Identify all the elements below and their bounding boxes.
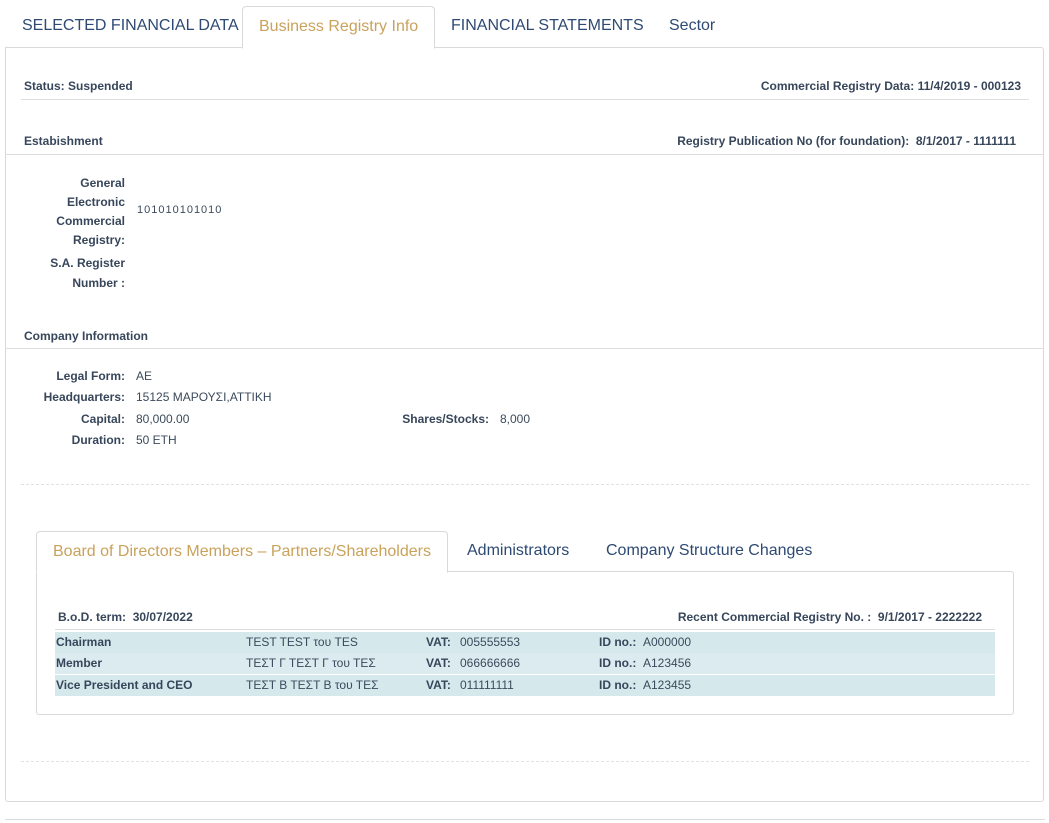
sa-register-label: S.A. Register Number : bbox=[20, 253, 125, 293]
establishment-title: Estabishment bbox=[24, 134, 103, 148]
tab-sector[interactable]: Sector bbox=[669, 6, 715, 47]
tab-company-structure-changes[interactable]: Company Structure Changes bbox=[606, 531, 812, 571]
id-label: ID no.: bbox=[599, 635, 637, 649]
duration-label: Duration: bbox=[71, 433, 125, 447]
commercial-registry-value: 11/4/2019 - 000123 bbox=[917, 79, 1021, 93]
main-tab-bar: SELECTED FINANCIAL DATA Business Registr… bbox=[5, 6, 1045, 49]
legal-form-value: AE bbox=[136, 369, 153, 383]
member-name: ΤΕΣΤ Β ΤΕΣΤ Β του ΤΕΣ bbox=[246, 678, 379, 692]
gemi-label-line: Electronic bbox=[66, 195, 125, 209]
member-vat: 011111111 bbox=[460, 678, 514, 692]
divider bbox=[6, 348, 1044, 349]
headquarters-value: 15125 ΜΑΡΟΥΣΙ,ΑΤΤΙΚΗ bbox=[136, 390, 272, 404]
table-row: Chairman TEST TEST του TES VAT: 00555555… bbox=[55, 632, 995, 653]
shares-value: 8,000 bbox=[500, 412, 531, 426]
id-label: ID no.: bbox=[599, 678, 637, 692]
tab-business-registry-info[interactable]: Business Registry Info bbox=[242, 6, 436, 49]
status-field: Status: Suspended bbox=[24, 79, 133, 93]
tab-financial-statements[interactable]: FINANCIAL STATEMENTS bbox=[451, 6, 644, 47]
tab-selected-financial-data[interactable]: SELECTED FINANCIAL DATA bbox=[22, 6, 239, 47]
divider bbox=[6, 154, 1044, 155]
table-row: Vice President and CEO ΤΕΣΤ Β ΤΕΣΤ Β του… bbox=[55, 675, 995, 696]
recent-registry-no: Recent Commercial Registry No. : 9/1/201… bbox=[678, 610, 982, 624]
commercial-registry-label: Commercial Registry Data: bbox=[760, 79, 915, 93]
gemi-label-line: Commercial bbox=[56, 214, 125, 228]
gemi-label-line: Registry: bbox=[72, 233, 125, 247]
member-id: A123455 bbox=[643, 678, 692, 692]
recent-registry-label: Recent Commercial Registry No. : bbox=[677, 610, 872, 624]
company-info-title: Company Information bbox=[24, 329, 149, 343]
member-vat: 066666666 bbox=[460, 656, 521, 670]
registry-publication: Registry Publication No (for foundation)… bbox=[677, 134, 1016, 148]
member-role: Chairman bbox=[56, 635, 112, 649]
vat-label: VAT: bbox=[426, 656, 451, 670]
tab-administrators[interactable]: Administrators bbox=[467, 531, 569, 571]
bod-term-value: 30/07/2022 bbox=[132, 610, 193, 624]
member-role: Vice President and CEO bbox=[56, 678, 193, 692]
section-separator bbox=[21, 761, 1029, 762]
vat-label: VAT: bbox=[426, 635, 451, 649]
tab-board-of-directors[interactable]: Board of Directors Members – Partners/Sh… bbox=[36, 531, 448, 573]
page-bottom-divider bbox=[5, 819, 1045, 820]
member-id: A000000 bbox=[643, 635, 692, 649]
gemi-value: 101010101010 bbox=[137, 204, 223, 216]
recent-registry-value: 9/1/2017 - 2222222 bbox=[877, 610, 982, 624]
duration-value: 50 ΕΤΗ bbox=[136, 433, 177, 447]
id-label: ID no.: bbox=[599, 656, 637, 670]
sa-register-label-line: S.A. Register bbox=[50, 256, 125, 270]
registry-publication-value: 8/1/2017 - 1111111 bbox=[915, 134, 1016, 148]
table-row: Member ΤΕΣΤ Γ ΤΕΣΤ Γ του ΤΕΣ VAT: 066666… bbox=[55, 653, 995, 674]
sa-register-label-line: Number : bbox=[72, 276, 125, 290]
shares-label: Shares/Stocks: bbox=[402, 412, 489, 426]
legal-form-label: Legal Form: bbox=[56, 369, 125, 383]
gemi-label: General Electronic Commercial Registry: bbox=[20, 174, 125, 250]
divider bbox=[21, 99, 1029, 100]
registry-publication-label: Registry Publication No (for foundation)… bbox=[677, 134, 910, 148]
bod-term: B.o.D. term: 30/07/2022 bbox=[58, 610, 193, 624]
status-value: Suspended bbox=[68, 79, 133, 93]
vat-label: VAT: bbox=[426, 678, 451, 692]
member-name: TEST TEST του TES bbox=[246, 635, 358, 649]
member-role: Member bbox=[56, 656, 103, 670]
divider bbox=[55, 629, 995, 630]
gemi-label-line: General bbox=[80, 176, 125, 190]
member-id: A123456 bbox=[643, 656, 692, 670]
member-name: ΤΕΣΤ Γ ΤΕΣΤ Γ του ΤΕΣ bbox=[246, 656, 376, 670]
headquarters-label: Headquarters: bbox=[43, 390, 125, 404]
capital-value: 80,000.00 bbox=[136, 412, 190, 426]
status-label: Status: bbox=[24, 79, 65, 93]
commercial-registry-data: Commercial Registry Data: 11/4/2019 - 00… bbox=[761, 79, 1021, 93]
capital-label: Capital: bbox=[80, 412, 125, 426]
bod-term-label: B.o.D. term: bbox=[58, 610, 127, 624]
member-vat: 005555553 bbox=[460, 635, 521, 649]
section-separator bbox=[21, 484, 1029, 485]
